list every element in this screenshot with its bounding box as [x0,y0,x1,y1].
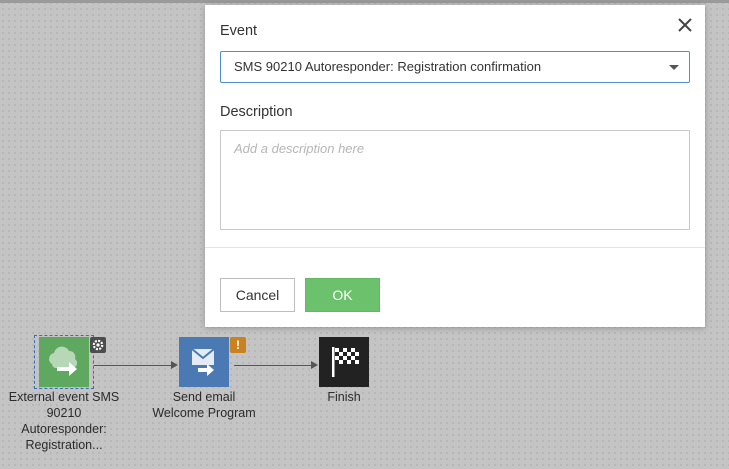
close-icon [678,18,692,32]
event-field-label: Event [220,23,258,39]
gear-icon [92,339,104,351]
warning-icon: ! [236,338,240,352]
cloud-arrow-icon [49,346,78,376]
ok-button[interactable]: OK [305,278,380,312]
external-event-node[interactable] [39,337,89,387]
connector-line [234,365,312,366]
envelope-arrow-icon [191,348,215,376]
warning-badge[interactable]: ! [230,337,246,353]
event-select-value: SMS 90210 Autoresponder: Registration co… [234,59,542,74]
cancel-button[interactable]: Cancel [220,278,295,312]
external-event-node-label: External event SMS 90210 Autoresponder: … [8,390,120,452]
chevron-down-icon [669,65,679,70]
top-border [0,0,729,3]
event-dialog: Event SMS 90210 Autoresponder: Registrat… [205,5,705,327]
send-email-node[interactable] [179,337,229,387]
event-select[interactable]: SMS 90210 Autoresponder: Registration co… [220,51,690,83]
finish-node-label: Finish [327,390,361,404]
description-field-label: Description [220,104,293,120]
connector-arrow [311,361,318,369]
finish-node[interactable] [319,337,369,387]
description-input[interactable] [220,130,690,230]
connector-line [94,365,172,366]
connector-arrow [171,361,178,369]
send-email-node-label: Send email Welcome Program [152,390,256,420]
close-button[interactable] [675,15,695,35]
checkered-flag-icon [332,347,359,377]
dialog-divider [205,247,705,248]
node-settings-button[interactable] [90,337,106,353]
